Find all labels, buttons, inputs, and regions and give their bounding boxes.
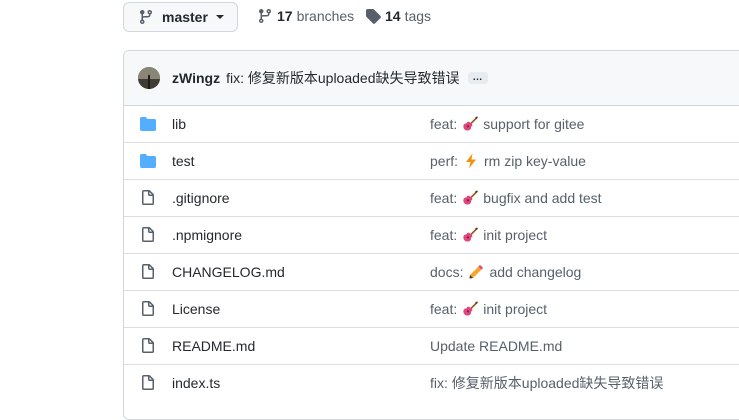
commit-expand-button[interactable]: … [467,72,488,84]
file-icon [140,264,156,280]
file-name-link[interactable]: test [172,153,195,169]
branch-name: master [162,9,208,25]
commit-prefix: perf: [430,153,459,169]
file-row-changelog-md[interactable]: CHANGELOG.md docs: add changelog [124,253,739,290]
file-list: lib feat: support for gitee test perf: rm zip… [124,106,739,401]
guitar-icon [462,116,479,132]
file-row-npmignore[interactable]: .npmignore feat: init project [124,216,739,253]
file-browser: zWingz fix: 修复新版本uploaded缺失导致错误 … lib fea… [123,50,739,420]
file-name-link[interactable]: CHANGELOG.md [172,264,285,280]
tag-icon [366,9,381,24]
zap-icon [463,153,479,169]
commit-author[interactable]: zWingz [172,70,220,86]
git-branch-icon [258,9,271,24]
commit-prefix: feat: [430,190,458,206]
commit-prefix: feat: [430,116,458,132]
commit-prefix: feat: [430,227,458,243]
commit-text: rm zip key-value [484,153,586,169]
folder-icon [140,116,156,132]
file-commit-message-link[interactable]: feat: init project [430,227,547,243]
commit-message[interactable]: fix: 修复新版本uploaded缺失导致错误 [226,68,459,88]
commit-text: support for gitee [483,116,585,132]
file-name-link[interactable]: index.ts [172,375,220,391]
file-row-readme-md[interactable]: README.md Update README.md [124,327,739,364]
file-icon [140,190,156,206]
file-commit-message-link[interactable]: feat: init project [430,301,547,317]
commit-text: Update README.md [430,338,563,354]
latest-commit-bar: zWingz fix: 修复新版本uploaded缺失导致错误 … [124,51,739,106]
guitar-icon [462,301,479,317]
branch-select-button[interactable]: master [123,2,238,32]
file-name-link[interactable]: .npmignore [172,227,242,243]
file-icon [140,375,156,391]
file-commit-message-link[interactable]: fix: 修复新版本uploaded缺失导致错误 [430,375,663,391]
file-name-link[interactable]: .gitignore [172,190,230,206]
file-row-gitignore[interactable]: .gitignore feat: bugfix and add test [124,179,739,216]
repo-toolbar: master 17 branches 14 tags [0,0,739,40]
commit-text: fix: 修复新版本uploaded缺失导致错误 [430,375,664,391]
file-commit-message-link[interactable]: feat: support for gitee [430,116,584,132]
file-row-lib[interactable]: lib feat: support for gitee [124,106,739,142]
commit-text: bugfix and add test [483,190,602,206]
file-commit-message-link[interactable]: perf: rm zip key-value [430,153,586,169]
file-commit-message-link[interactable]: docs: add changelog [430,264,581,280]
tags-count: 14 [385,8,401,24]
commit-prefix: feat: [430,301,458,317]
tags-label: tags [404,8,432,24]
file-name-link[interactable]: License [172,301,220,317]
commit-text: init project [483,301,548,317]
guitar-icon [462,227,479,243]
file-name-link[interactable]: lib [172,116,186,132]
commit-text: add changelog [489,264,582,280]
file-name-link[interactable]: README.md [172,338,255,354]
commit-prefix: docs: [430,264,464,280]
guitar-icon [462,190,479,206]
git-branch-icon [139,10,152,25]
file-commit-message-link[interactable]: feat: bugfix and add test [430,190,602,206]
folder-icon [140,153,156,169]
file-row-license[interactable]: License feat: init project [124,290,739,327]
file-row-test[interactable]: test perf: rm zip key-value [124,142,739,179]
file-icon [140,227,156,243]
tags-link[interactable]: 14 tags [365,8,431,24]
branches-count: 17 [277,8,293,24]
chevron-down-icon [215,15,224,19]
commit-text: init project [483,227,548,243]
branches-label: branches [296,8,355,24]
file-commit-message-link[interactable]: Update README.md [430,338,562,354]
branches-link[interactable]: 17 branches [257,8,354,24]
file-icon [140,301,156,317]
file-row-index-ts[interactable]: index.ts fix: 修复新版本uploaded缺失导致错误 [124,364,739,401]
avatar[interactable] [138,67,160,89]
pencil-icon [468,264,484,280]
file-icon [140,338,156,354]
